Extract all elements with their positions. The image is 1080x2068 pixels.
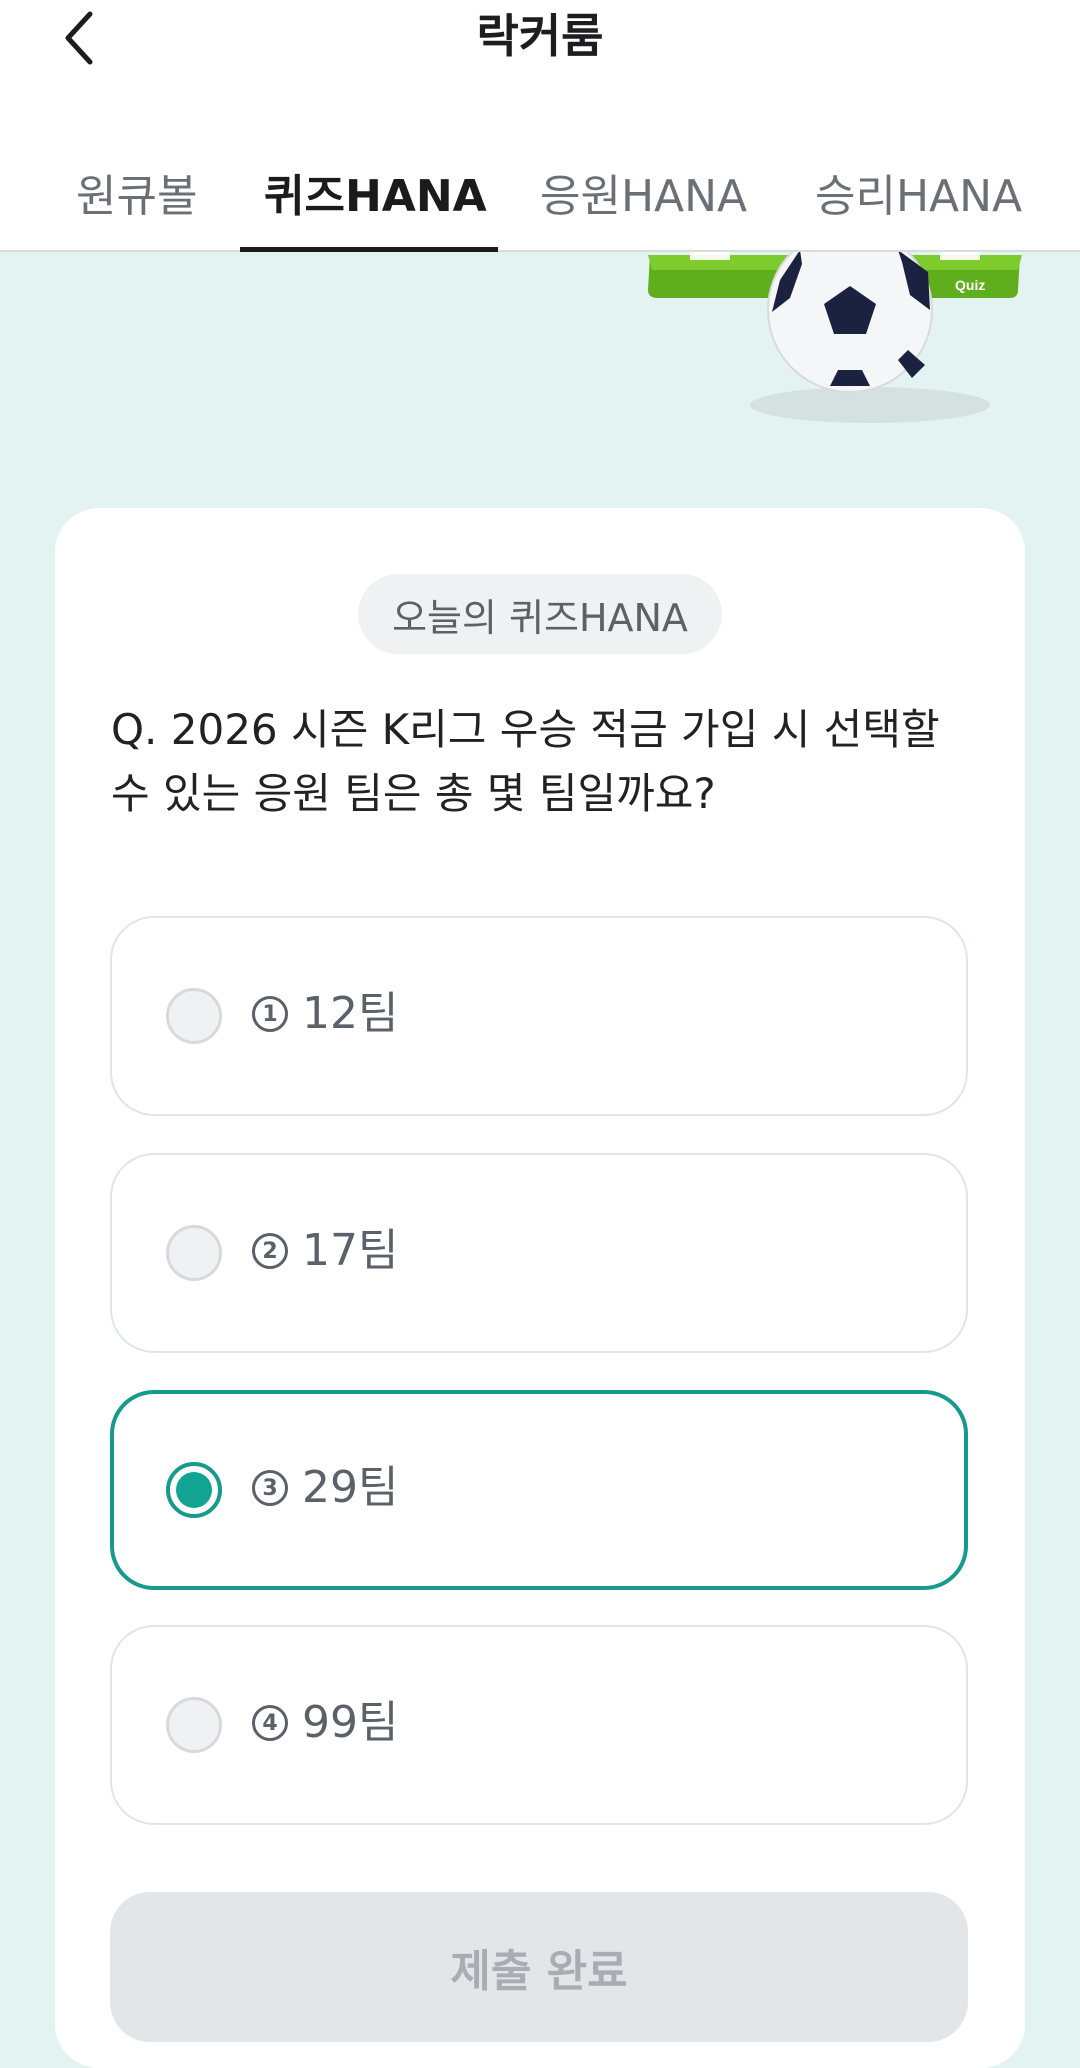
- quiz-sign-text: Quiz: [955, 277, 985, 293]
- quiz-option-3[interactable]: 3 29팀: [110, 1390, 968, 1590]
- radio-button[interactable]: [166, 1697, 222, 1753]
- active-tab-indicator: [240, 247, 498, 252]
- radio-button[interactable]: [166, 988, 222, 1044]
- radio-button[interactable]: [166, 1225, 222, 1281]
- option-number: 3: [252, 1470, 288, 1506]
- page-title: 락커룸: [476, 9, 604, 63]
- top-bar: 락커룸 원큐볼 퀴즈HANA 응원HANA 승리HANA: [0, 0, 1080, 252]
- quiz-option-4[interactable]: 4 99팀: [110, 1625, 968, 1825]
- back-button[interactable]: [50, 8, 110, 68]
- quiz-option-2[interactable]: 2 17팀: [110, 1153, 968, 1353]
- tab-onequball[interactable]: 원큐볼: [76, 160, 197, 224]
- option-label: 12팀: [302, 988, 399, 1039]
- tab-victory-hana[interactable]: 승리HANA: [815, 160, 1022, 224]
- quiz-card: 오늘의 퀴즈HANA Q. 2026 시즌 K리그 우승 적금 가입 시 선택할…: [55, 508, 1025, 2068]
- option-label: 29팀: [302, 1462, 399, 1513]
- tab-cheer-hana[interactable]: 응원HANA: [540, 160, 747, 224]
- quiz-option-1[interactable]: 1 12팀: [110, 916, 968, 1116]
- radio-button-selected[interactable]: [166, 1462, 222, 1518]
- tab-quiz-hana[interactable]: 퀴즈HANA: [264, 160, 487, 224]
- tab-bar: 원큐볼 퀴즈HANA 응원HANA 승리HANA: [0, 140, 1080, 252]
- option-number: 4: [252, 1705, 288, 1741]
- option-number: 2: [252, 1233, 288, 1269]
- radio-dot: [176, 1472, 212, 1508]
- option-label: 17팀: [302, 1225, 399, 1276]
- chevron-left-icon: [65, 11, 93, 65]
- option-number: 1: [252, 996, 288, 1032]
- quiz-question: Q. 2026 시즌 K리그 우승 적금 가입 시 선택할 수 있는 응원 팀은…: [111, 705, 940, 818]
- quiz-badge: 오늘의 퀴즈HANA: [358, 574, 722, 654]
- option-label: 99팀: [302, 1697, 399, 1748]
